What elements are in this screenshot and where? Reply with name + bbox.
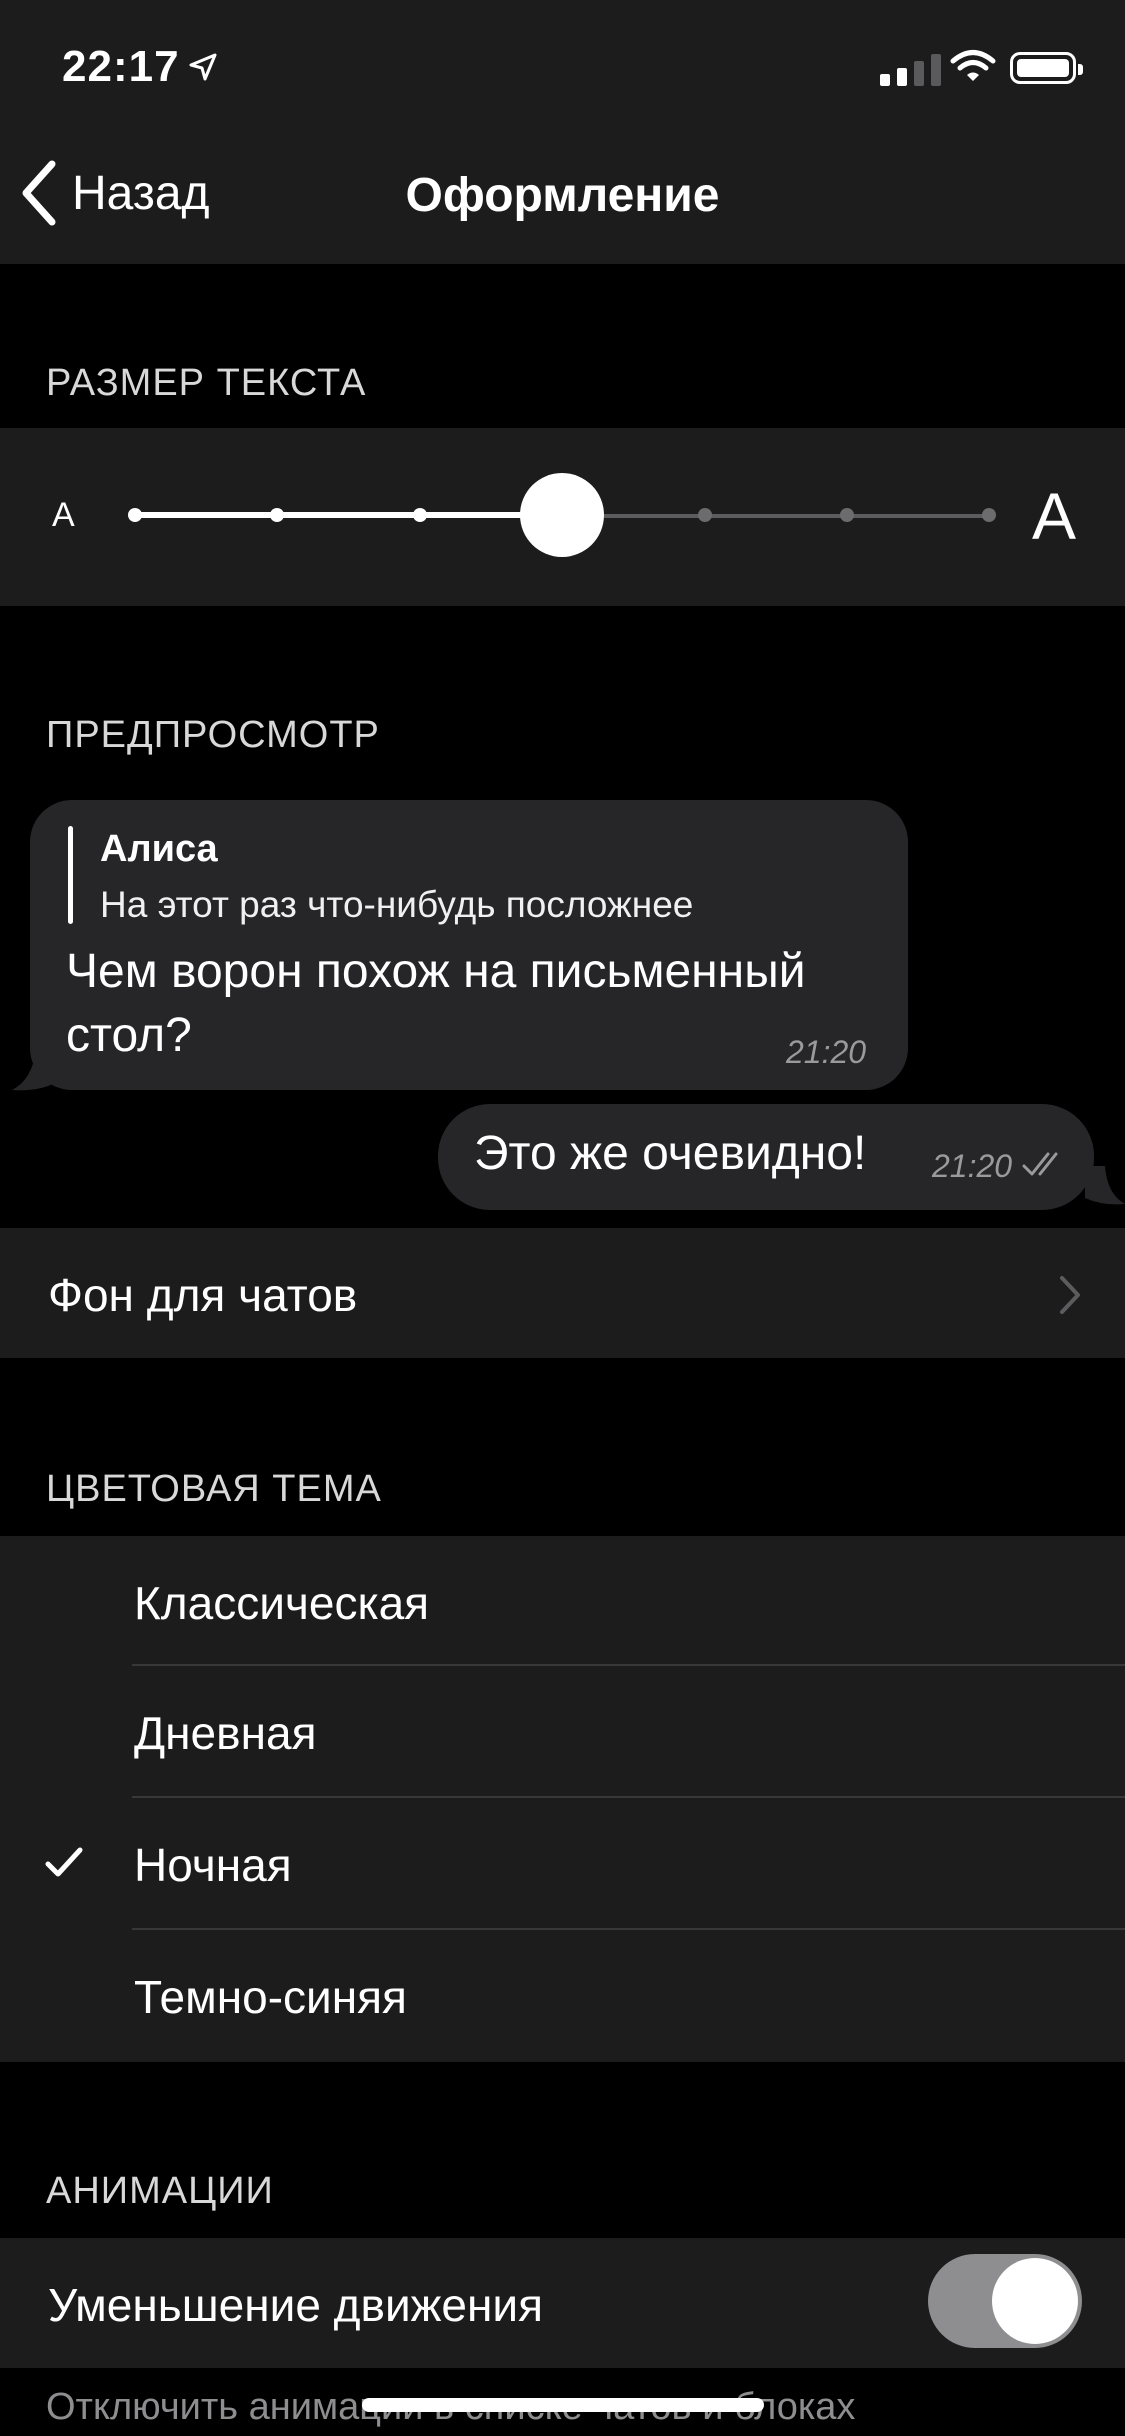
reply-author: Алиса bbox=[100, 828, 218, 870]
theme-option-label: Темно-синяя bbox=[134, 1971, 407, 2023]
slider-tick[interactable] bbox=[270, 508, 284, 522]
section-header-text-size: РАЗМЕР ТЕКСТА bbox=[46, 362, 367, 404]
location-arrow-icon bbox=[189, 53, 217, 81]
home-indicator bbox=[362, 2398, 764, 2412]
theme-option-classic[interactable]: Классическая bbox=[0, 1536, 1125, 1668]
large-text-label: A bbox=[1032, 479, 1077, 553]
theme-option-dark-blue[interactable]: Темно-синяя bbox=[0, 1930, 1125, 2062]
chat-background-label: Фон для чатов bbox=[48, 1269, 358, 1321]
wifi-icon bbox=[950, 50, 996, 81]
chat-background-row[interactable]: Фон для чатов bbox=[0, 1228, 1125, 1358]
theme-option-label: Ночная bbox=[134, 1839, 292, 1891]
reply-quote-bar bbox=[68, 826, 73, 924]
outgoing-message-text: Это же очевидно! bbox=[474, 1127, 867, 1180]
slider-tick[interactable] bbox=[698, 508, 712, 522]
section-header-animations: АНИМАЦИИ bbox=[46, 2170, 274, 2212]
toggle-knob bbox=[992, 2258, 1078, 2344]
text-size-slider-thumb[interactable] bbox=[520, 473, 604, 557]
small-text-label: A bbox=[52, 496, 75, 534]
checkmark-icon bbox=[45, 1847, 83, 1877]
section-header-color-theme: ЦВЕТОВАЯ ТЕМА bbox=[46, 1468, 382, 1510]
reduce-motion-toggle[interactable] bbox=[928, 2254, 1082, 2348]
theme-option-label: Дневная bbox=[134, 1707, 317, 1759]
page-title: Оформление bbox=[405, 169, 720, 222]
battery-icon bbox=[1010, 52, 1083, 84]
theme-option-day[interactable]: Дневная bbox=[0, 1666, 1125, 1798]
section-header-preview: ПРЕДПРОСМОТР bbox=[46, 714, 380, 756]
slider-tick[interactable] bbox=[840, 508, 854, 522]
incoming-message-text: Чем ворон похож на письменный стол? bbox=[66, 945, 806, 1062]
double-check-icon bbox=[1022, 1152, 1058, 1176]
reply-text: На этот раз что-нибудь посложнее bbox=[100, 884, 694, 925]
theme-option-night[interactable]: Ночная bbox=[0, 1798, 1125, 1930]
slider-tick[interactable] bbox=[128, 508, 142, 522]
theme-option-label: Классическая bbox=[134, 1577, 430, 1629]
chevron-right-icon bbox=[1060, 1276, 1080, 1314]
outgoing-message-time: 21:20 bbox=[932, 1148, 1013, 1184]
text-size-slider-fill bbox=[135, 512, 563, 518]
status-time: 22:17 bbox=[62, 42, 180, 91]
cellular-signal-icon bbox=[880, 52, 941, 86]
slider-tick[interactable] bbox=[413, 508, 427, 522]
incoming-message-time: 21:20 bbox=[786, 1034, 867, 1070]
reduce-motion-label: Уменьшение движения bbox=[48, 2279, 544, 2331]
slider-tick[interactable] bbox=[982, 508, 996, 522]
